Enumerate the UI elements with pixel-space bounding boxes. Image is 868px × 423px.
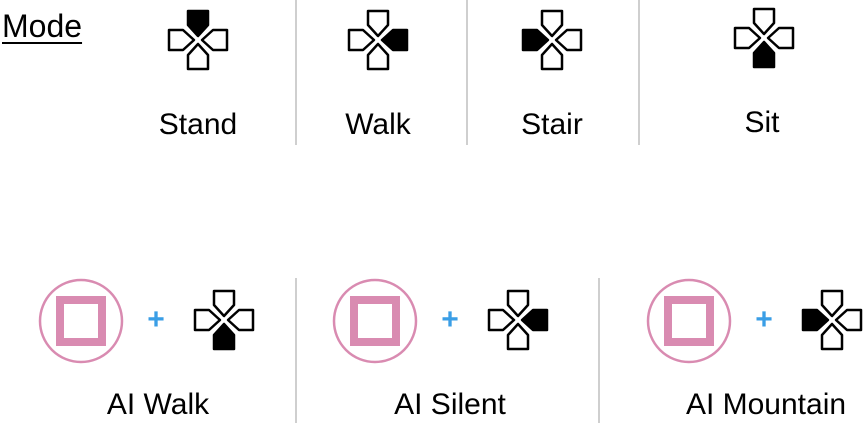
- divider: [598, 278, 600, 423]
- dpad-up-arrow: [752, 7, 776, 36]
- ai-silent-label: AI Silent: [394, 388, 506, 421]
- dpad-right-icon: [347, 9, 409, 71]
- plus-sign: +: [147, 303, 165, 336]
- dpad-down-arrow: [820, 322, 844, 351]
- ai-mountain-label: AI Mountain: [685, 388, 847, 421]
- dpad-right-arrow: [200, 28, 229, 52]
- dpad-down-arrow: [540, 42, 564, 71]
- dpad-right-arrow: [554, 28, 583, 52]
- dpad-left-arrow: [521, 28, 550, 52]
- dpad-down-icon: [193, 289, 255, 351]
- dpad-left-arrow: [801, 308, 830, 332]
- dpad-up-arrow: [506, 289, 530, 318]
- dpad-down-arrow: [212, 322, 236, 351]
- divider: [295, 278, 297, 423]
- dpad-down-arrow: [752, 40, 776, 69]
- dpad-up-arrow: [366, 9, 390, 38]
- mode-label: Mode: [2, 8, 83, 44]
- dpad-down-arrow: [366, 42, 390, 71]
- dpad-left-arrow: [733, 26, 762, 50]
- dpad-left-icon: [801, 289, 863, 351]
- dpad-up-icon: [167, 9, 229, 71]
- dpad-right-icon: [487, 289, 549, 351]
- button-ring: [38, 278, 124, 364]
- button-ring: [332, 278, 418, 364]
- dpad-right-arrow: [380, 28, 409, 52]
- mode-label-stand: Stand: [158, 108, 238, 141]
- mode-label-walk: Walk: [345, 108, 411, 141]
- dpad-left-arrow: [347, 28, 376, 52]
- mode-label-sit: Sit: [744, 106, 780, 139]
- dpad-left-arrow: [487, 308, 516, 332]
- plus-sign: +: [441, 303, 459, 336]
- dpad-right-arrow: [226, 308, 255, 332]
- dpad-up-arrow: [186, 9, 210, 38]
- dpad-down-arrow: [506, 322, 530, 351]
- dpad-right-arrow: [766, 26, 795, 50]
- dpad-up-arrow: [820, 289, 844, 318]
- divider: [638, 0, 640, 145]
- dpad-right-arrow: [834, 308, 863, 332]
- dpad-down-arrow: [186, 42, 210, 71]
- dpad-up-arrow: [540, 9, 564, 38]
- dpad-up-arrow: [212, 289, 236, 318]
- dpad-left-arrow: [167, 28, 196, 52]
- dpad-left-icon: [521, 9, 583, 71]
- plus-sign: +: [755, 303, 773, 336]
- dpad-down-icon: [733, 7, 795, 69]
- button-ring: [646, 278, 732, 364]
- square-button-icon: [646, 278, 732, 364]
- dpad-left-arrow: [193, 308, 222, 332]
- square-button-icon: [332, 278, 418, 364]
- square-button-icon: [38, 278, 124, 364]
- ai-walk-label: AI Walk: [106, 388, 210, 421]
- mode-label-stair: Stair: [521, 108, 583, 141]
- dpad-right-arrow: [520, 308, 549, 332]
